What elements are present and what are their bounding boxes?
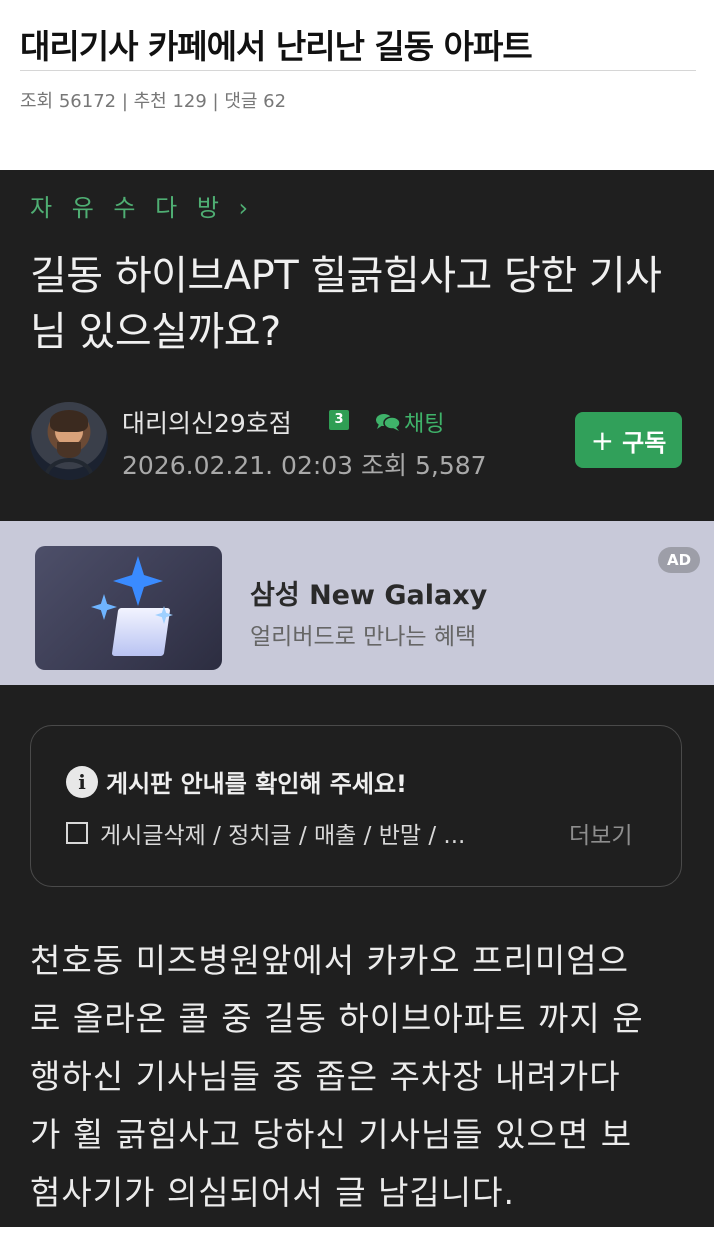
plus-icon: +	[590, 423, 615, 457]
chat-button[interactable]: 채팅	[375, 406, 444, 438]
sparkle-icon	[113, 556, 163, 606]
body-line: 험사기가 의심되어서 글 남깁니다.	[30, 1173, 515, 1212]
article-body: 천호동 미즈병원앞에서 카카오 프리미엄으 로 올라온 콜 중 길동 하이브아파…	[30, 932, 690, 1222]
ad-badge: AD	[658, 547, 700, 573]
subscribe-button[interactable]: + 구독	[575, 412, 682, 468]
post-stats: 조회 56172 | 추천 129 | 댓글 62	[20, 91, 287, 112]
info-icon: i	[66, 765, 98, 798]
article-title: 길동 하이브APT 힐긁힘사고 당한 기사님 있으실까요?	[30, 253, 662, 355]
chat-label: 채팅	[404, 412, 445, 437]
board-notice[interactable]: i 게시판 안내를 확인해 주세요! 게시글삭제 / 정치글 / 매출 / 반말…	[30, 725, 682, 887]
body-line: 천호동 미즈병원앞에서 카카오 프리미엄으	[30, 941, 629, 980]
author-name[interactable]: 대리의신29호점	[122, 404, 292, 440]
embedded-screenshot: 자 유 수 다 방 › 길동 하이브APT 힐긁힘사고 당한 기사님 있으실까요…	[0, 170, 714, 1227]
notice-body-row: 게시글삭제 / 정치글 / 매출 / 반말 / ...	[66, 816, 465, 850]
page-title: 대리기사 카페에서 난리난 길동 아파트	[20, 27, 533, 66]
avatar-steering-wheel	[44, 458, 94, 480]
sparkle-small-icon	[91, 594, 117, 620]
avatar[interactable]	[30, 402, 108, 480]
ad-title: 삼성 New Galaxy	[250, 580, 488, 611]
notice-title: 게시판 안내를 확인해 주세요!	[106, 770, 407, 798]
body-line: 로 올라온 콜 중 길동 하이브아파트 까지 운	[30, 999, 644, 1038]
ad-banner[interactable]: 삼성 New Galaxy 얼리버드로 만나는 혜택 AD	[0, 521, 714, 685]
ad-description: 얼리버드로 만나는 혜택	[250, 624, 477, 650]
subscribe-label: 구독	[622, 428, 667, 457]
board-link[interactable]: 자 유 수 다 방 ›	[30, 188, 254, 223]
chat-bubble-icon	[376, 414, 401, 431]
post-header: 대리기사 카페에서 난리난 길동 아파트 조회 56172 | 추천 129 |…	[0, 0, 714, 170]
divider	[20, 70, 696, 71]
checkbox-icon	[66, 822, 88, 844]
avatar-beard	[57, 442, 81, 458]
avatar-hair	[50, 410, 88, 432]
notice-body: 게시글삭제 / 정치글 / 매출 / 반말 / ...	[100, 823, 466, 849]
body-line: 행하신 기사님들 중 좁은 주차장 내려가다	[30, 1057, 621, 1096]
level-badge: 3	[329, 410, 349, 430]
notice-title-row: i 게시판 안내를 확인해 주세요!	[66, 764, 407, 799]
post-meta: 2026.02.21. 02:03 조회 5,587	[122, 451, 487, 480]
more-link[interactable]: 더보기	[569, 816, 632, 850]
body-line: 가 휠 긁힘사고 당하신 기사님들 있으면 보	[30, 1115, 633, 1154]
ad-image	[35, 546, 222, 670]
